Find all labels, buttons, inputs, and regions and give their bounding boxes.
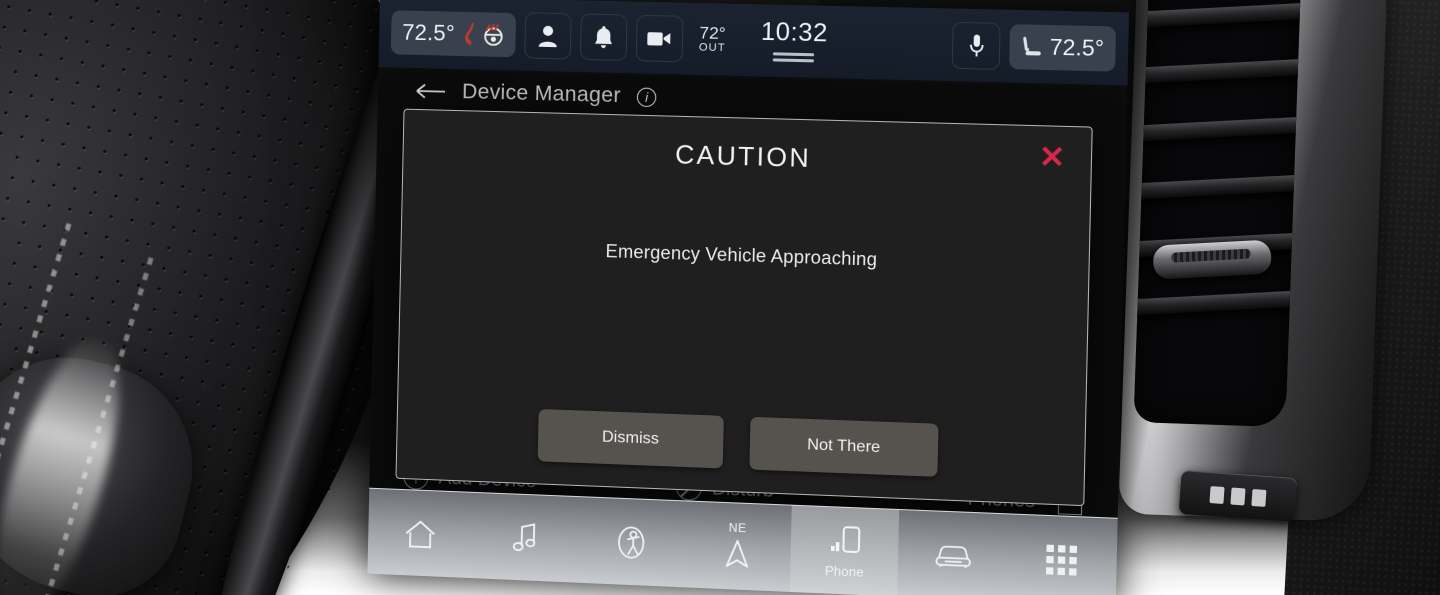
cabin-temperature-value: 72.5° <box>401 19 456 46</box>
nav-item-apps[interactable] <box>1006 514 1117 595</box>
user-profile-icon <box>538 25 557 47</box>
outside-temperature-value: 72° <box>699 23 726 43</box>
dialog-message: Emergency Vehicle Approaching <box>605 240 878 270</box>
air-vent-direction-knob[interactable] <box>1152 239 1273 280</box>
info-icon[interactable]: i <box>636 86 657 107</box>
nav-item-vehicle[interactable] <box>898 510 1009 595</box>
clock[interactable]: 10:32 <box>760 17 828 65</box>
nav-item-audio[interactable] <box>472 493 579 583</box>
bell-icon <box>594 25 613 48</box>
dismiss-button[interactable]: Dismiss <box>537 408 724 469</box>
voice-command-button[interactable] <box>952 21 1002 70</box>
seat-icon <box>1023 36 1042 56</box>
outside-temperature-label: OUT <box>698 41 726 54</box>
camera-button[interactable] <box>635 14 684 62</box>
nav-item-phone[interactable]: Phone <box>789 505 900 595</box>
notifications-button[interactable] <box>579 12 628 61</box>
nav-item-navigation[interactable]: NE <box>683 501 792 592</box>
passenger-temperature-control[interactable]: 72.5° <box>1009 23 1117 72</box>
microphone-icon <box>968 34 984 58</box>
close-icon[interactable]: ✕ <box>1034 140 1070 176</box>
steering-wheel-heat-icon <box>482 23 505 46</box>
drag-handle-icon[interactable] <box>773 51 815 62</box>
nav-item-climate[interactable] <box>577 497 685 587</box>
climate-driver-icon <box>614 523 647 561</box>
back-arrow-icon[interactable] <box>416 82 446 101</box>
user-profile-button[interactable] <box>523 11 572 60</box>
statusbar-spacer <box>828 42 943 45</box>
air-vent <box>1118 0 1388 523</box>
music-note-icon <box>511 519 540 556</box>
dialog-actions: Dismiss Not There <box>397 404 1085 483</box>
apps-grid-icon <box>1046 541 1078 579</box>
phone-icon <box>827 522 863 560</box>
seat-heat-icon <box>464 22 474 45</box>
screenshot-stage: 72.5° 72° OUT 10:32 72.5° Device Manager… <box>0 0 1440 595</box>
dialog-title: CAUTION <box>674 138 812 174</box>
vehicle-icon <box>932 536 974 574</box>
infotainment-screen: 72.5° 72° OUT 10:32 72.5° Device Manager… <box>367 0 1130 595</box>
nav-item-phone-label: Phone <box>824 562 864 580</box>
nav-item-home[interactable] <box>367 489 473 578</box>
cabin-temperature-control[interactable]: 72.5° <box>390 9 516 57</box>
video-camera-icon <box>647 31 671 46</box>
caution-dialog: CAUTION ✕ Emergency Vehicle Approaching … <box>395 108 1093 507</box>
device-manager-screen: Device Manager i Add Device Disturb Phon… <box>369 67 1128 524</box>
not-there-button[interactable]: Not There <box>749 416 939 477</box>
dashboard-switch-pod[interactable] <box>1178 470 1298 522</box>
passenger-temperature-value: 72.5° <box>1049 33 1105 61</box>
outside-temperature: 72° OUT <box>698 23 726 54</box>
air-vent-louvers <box>1133 0 1302 428</box>
clock-time: 10:32 <box>760 17 829 47</box>
navigation-arrow-icon <box>725 535 750 572</box>
compass-heading-label: NE <box>728 519 747 535</box>
home-icon <box>403 515 438 552</box>
page-title: Device Manager <box>461 80 622 108</box>
